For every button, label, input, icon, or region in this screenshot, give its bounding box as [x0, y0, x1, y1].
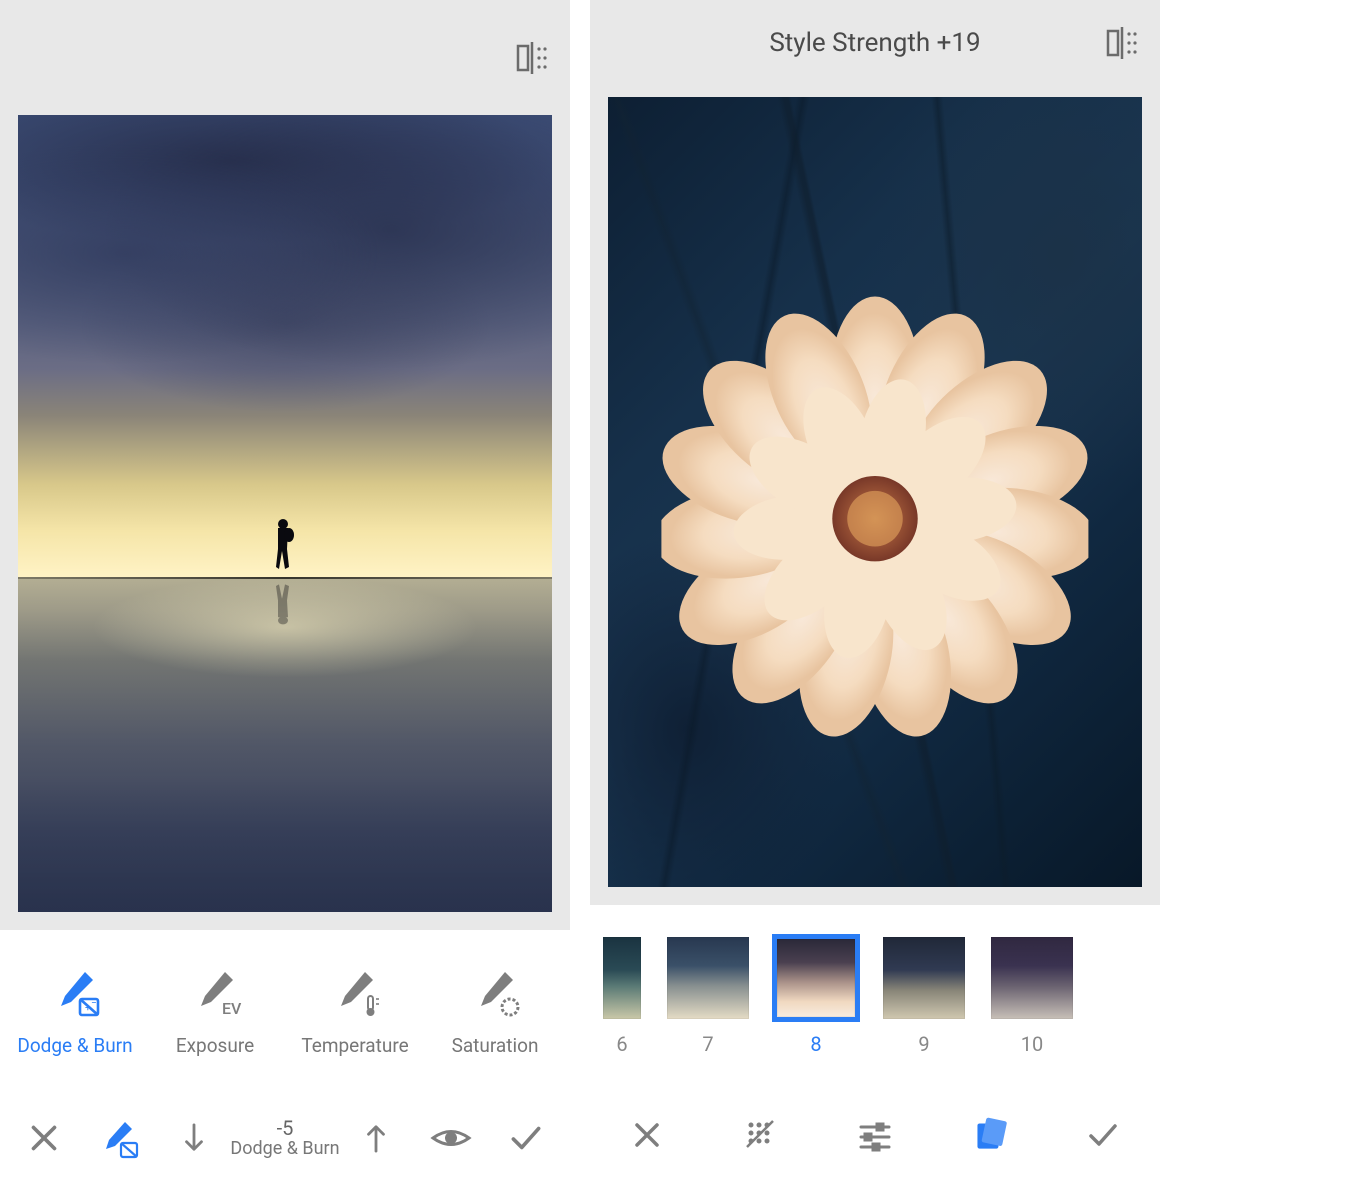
mask-brush-button[interactable] [93, 1112, 145, 1164]
svg-text:−: − [91, 998, 97, 1009]
preset-10[interactable]: 10 [988, 934, 1076, 1056]
photo-canvas[interactable] [590, 85, 1160, 905]
apply-button[interactable] [1077, 1109, 1129, 1161]
tune-button[interactable] [849, 1109, 901, 1161]
cancel-button[interactable] [621, 1109, 673, 1161]
style-preset-row[interactable]: 6 7 8 9 10 [590, 905, 1160, 1085]
preset-thumb [600, 934, 644, 1022]
compare-button[interactable] [1102, 23, 1142, 63]
brush-dodge-burn[interactable]: + − Dodge & Burn [5, 964, 145, 1057]
preset-number: 8 [810, 1032, 821, 1056]
preset-thumb [664, 934, 752, 1022]
preset-number: 9 [918, 1032, 929, 1056]
preset-thumb [988, 934, 1076, 1022]
increment-button[interactable] [350, 1112, 402, 1164]
brush-label: Saturation [452, 1034, 539, 1057]
preset-7[interactable]: 7 [664, 934, 752, 1056]
strength-value: -5 [230, 1117, 339, 1139]
photo-canvas[interactable] [0, 115, 570, 930]
brush-label: Exposure [176, 1034, 254, 1057]
preset-thumb [880, 934, 968, 1022]
preset-6[interactable]: 6 [600, 934, 644, 1056]
preset-8[interactable]: 8 [772, 934, 860, 1056]
topbar [0, 0, 570, 115]
compare-button[interactable] [512, 38, 552, 78]
apply-button[interactable] [500, 1112, 552, 1164]
brush-label: Temperature [301, 1034, 408, 1057]
brush-dodge-burn-icon: + − [47, 964, 103, 1020]
brush-exposure-icon: EV [187, 964, 243, 1020]
topbar: Style Strength +19 [590, 0, 1160, 85]
screen-brush-editor: + − Dodge & Burn EV Exposure [0, 0, 570, 1185]
preset-9[interactable]: 9 [880, 934, 968, 1056]
brush-temperature-icon [327, 964, 383, 1020]
photo-sunset [18, 115, 552, 912]
strength-name: Dodge & Burn [230, 1139, 339, 1159]
status-text: Style Strength +19 [590, 28, 1160, 58]
preset-thumb [772, 934, 860, 1022]
cancel-button[interactable] [18, 1112, 70, 1164]
brush-tool-row: + − Dodge & Burn EV Exposure [0, 930, 570, 1090]
preview-button[interactable] [425, 1112, 477, 1164]
styles-button[interactable] [963, 1109, 1015, 1161]
tool-row [590, 1085, 1160, 1185]
strength-display: -5 Dodge & Burn [230, 1117, 339, 1159]
brush-temperature[interactable]: Temperature [285, 964, 425, 1057]
decrement-button[interactable] [168, 1112, 220, 1164]
brush-label: Dodge & Burn [17, 1034, 132, 1057]
brush-saturation[interactable]: Saturation [425, 964, 565, 1057]
texture-button[interactable] [735, 1109, 787, 1161]
svg-text:EV: EV [222, 999, 242, 1018]
strength-stepper: -5 Dodge & Burn [168, 1112, 401, 1164]
brush-saturation-icon [467, 964, 523, 1020]
preset-number: 10 [1021, 1032, 1043, 1056]
screen-style-editor: Style Strength +19 [590, 0, 1160, 1185]
preset-number: 6 [616, 1032, 627, 1056]
action-row: -5 Dodge & Burn [0, 1090, 570, 1185]
brush-exposure[interactable]: EV Exposure [145, 964, 285, 1057]
preset-number: 7 [702, 1032, 713, 1056]
photo-flower [608, 97, 1142, 887]
